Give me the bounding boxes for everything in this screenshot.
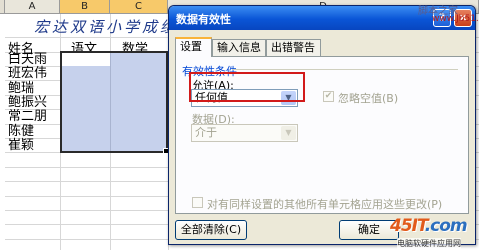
name-cell[interactable]: 班宏伟: [8, 67, 47, 81]
name-cell[interactable]: 常二朋: [8, 110, 47, 124]
watermark-45it-sub: 电脑软硬件应用网: [397, 238, 461, 249]
logo-main: 45IT: [390, 216, 426, 236]
column-header-b[interactable]: B: [60, 0, 110, 14]
watermark-jb51-url: www.Jb51.net: [432, 14, 479, 24]
allow-highlight-box: [189, 72, 305, 102]
selected-range[interactable]: [60, 51, 168, 153]
watermark-45it-logo: 45IT.com: [390, 216, 468, 236]
name-cell[interactable]: 陈健: [8, 125, 34, 139]
ignore-blank-checkbox[interactable]: ✔: [323, 91, 334, 102]
chevron-down-icon[interactable]: ▼: [281, 126, 296, 140]
apply-all-label: 对有同样设置的其他所有单元格应用这些更改(P): [207, 198, 443, 211]
logo-suffix: .com: [424, 216, 468, 236]
data-validation-dialog: 数据有效性 ? × 设置 输入信息 出错警告 有效性条件 允许(A): 任何值 …: [168, 5, 476, 245]
name-cell[interactable]: 鲍瑞: [8, 82, 34, 96]
data-select[interactable]: 介于 ▼: [191, 124, 298, 142]
sheet-title: 宏达双语小学成绩: [34, 18, 179, 36]
active-cell[interactable]: [62, 53, 110, 66]
name-cell[interactable]: 白天雨: [8, 53, 47, 67]
tab-input-message[interactable]: 输入信息: [212, 39, 266, 56]
name-cell[interactable]: 崔颖: [8, 139, 34, 153]
clear-all-button[interactable]: 全部清除(C): [175, 220, 247, 240]
data-value: 介于: [195, 126, 217, 139]
column-header-a[interactable]: A: [5, 0, 60, 14]
column-header-c[interactable]: C: [110, 0, 168, 14]
dialog-title: 数据有效性: [176, 13, 231, 26]
name-cell[interactable]: 鲍振兴: [8, 96, 47, 110]
tab-error-alert[interactable]: 出错警告: [266, 39, 321, 56]
tab-settings[interactable]: 设置: [175, 37, 212, 57]
ignore-blank-label: 忽略空值(B): [338, 92, 399, 105]
group-divider: [232, 69, 458, 70]
apply-all-checkbox[interactable]: [192, 197, 203, 208]
